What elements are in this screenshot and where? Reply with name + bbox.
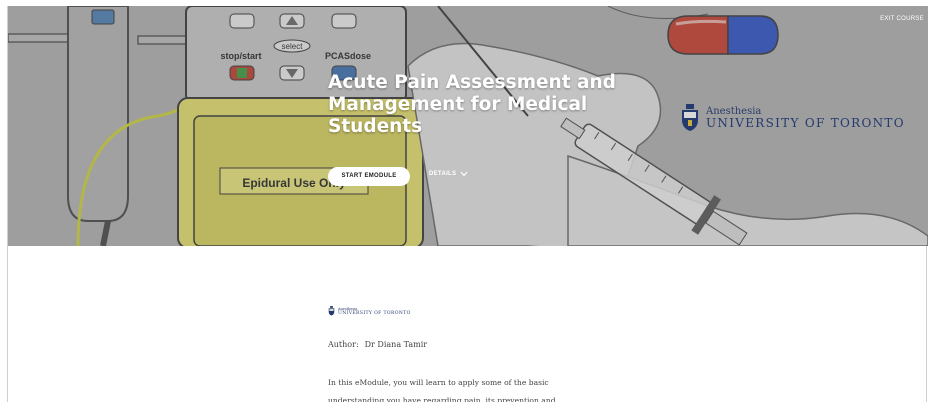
university-logo: Anesthesia UNIVERSITY OF TORONTO: [680, 104, 905, 132]
start-emodule-button[interactable]: START EMODULE: [328, 167, 410, 186]
logo-name: UNIVERSITY OF TORONTO: [706, 116, 905, 130]
exit-course-link[interactable]: EXIT COURSE: [880, 16, 924, 22]
course-frame: select stop/start PCASdose Epidural Use …: [7, 6, 928, 402]
details-toggle[interactable]: DETAILS: [429, 171, 468, 177]
content-logo: Anesthesia UNIVERSITY OF TORONTO: [328, 306, 411, 316]
author-line: Author: Dr Diana Tamir: [328, 340, 427, 349]
course-hero: select stop/start PCASdose Epidural Use …: [8, 6, 928, 246]
crest-icon: [682, 104, 698, 131]
intro-paragraph: In this eModule, you will learn to apply…: [328, 378, 556, 402]
content-logo-name: UNIVERSITY OF TORONTO: [338, 310, 411, 316]
course-title: Acute Pain Assessment and Management for…: [328, 72, 616, 137]
details-label: DETAILS: [429, 171, 457, 177]
chevron-down-icon: [460, 171, 468, 177]
author-name: Dr Diana Tamir: [364, 340, 428, 349]
author-label: Author:: [328, 340, 359, 349]
crest-icon: [328, 306, 335, 316]
